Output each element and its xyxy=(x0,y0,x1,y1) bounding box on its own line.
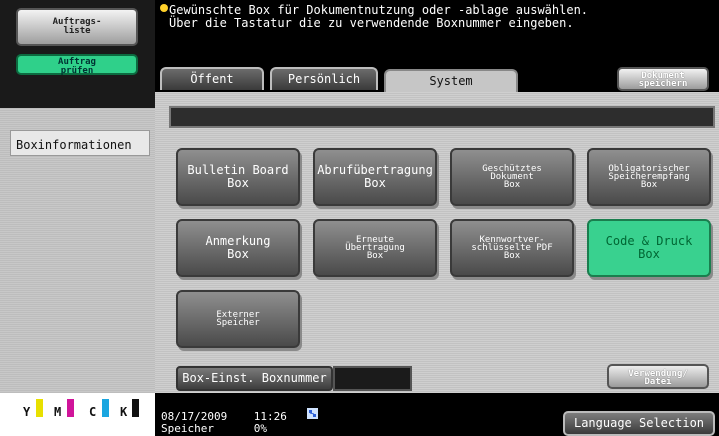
tab-oeffent-label: Öffent xyxy=(190,72,234,86)
bulletin-board-box-button[interactable]: Bulletin Board Box xyxy=(176,148,300,206)
abrufuebertragung-box-label: Abrufübertragung Box xyxy=(317,163,433,190)
dokument-speichern-button[interactable]: Dokument speichern xyxy=(617,67,709,91)
memory-value: 0% xyxy=(253,422,267,435)
boxnummer-input[interactable] xyxy=(333,366,412,391)
language-selection-button[interactable]: Language Selection xyxy=(563,411,715,436)
toner-bar-cyan xyxy=(102,399,109,417)
auftragsliste-label: Auftrags- liste xyxy=(52,17,102,36)
bulletin-board-box-label: Bulletin Board Box xyxy=(187,163,289,190)
obligatorischer-speicherempfang-box-button[interactable]: Obligatorischer Speicherempfang Box xyxy=(587,148,711,206)
tab-system[interactable]: System xyxy=(384,69,518,93)
geschuetztes-dokument-box-label: Geschütztes Dokument Box xyxy=(482,164,542,190)
toner-bar-magenta xyxy=(67,399,74,417)
toner-label-m: M xyxy=(54,405,62,419)
auftragsliste-button[interactable]: Auftrags- liste xyxy=(16,8,138,46)
toner-bar-yellow xyxy=(36,399,43,417)
tab-persoenlich-label: Persönlich xyxy=(287,72,361,86)
status-datetime: 08/17/2009 11:26 Speicher 0% xyxy=(161,411,287,435)
erneute-uebertragung-box-label: Erneute Übertragung Box xyxy=(345,235,405,261)
toner-label-y: Y xyxy=(23,405,31,419)
kennwortverschluesselte-pdf-box-button[interactable]: Kennwortver- schlüsselte PDF Box xyxy=(450,219,574,277)
anmerkung-box-label: Anmerkung Box xyxy=(205,234,271,261)
toner-bar-black xyxy=(132,399,139,417)
instruction-message: Gewünschte Box für Dokumentnutzung oder … xyxy=(161,4,716,30)
abrufuebertragung-box-button[interactable]: Abrufübertragung Box xyxy=(313,148,437,206)
geschuetztes-dokument-box-button[interactable]: Geschütztes Dokument Box xyxy=(450,148,574,206)
externer-speicher-label: Externer Speicher xyxy=(216,310,260,328)
toner-label-c: C xyxy=(89,405,97,419)
code-druck-box-label: Code & Druck Box xyxy=(605,234,693,261)
tab-system-label: System xyxy=(429,74,473,88)
erneute-uebertragung-box-button[interactable]: Erneute Übertragung Box xyxy=(313,219,437,277)
boxinformationen-label: Boxinformationen xyxy=(16,138,132,152)
anmerkung-box-button[interactable]: Anmerkung Box xyxy=(176,219,300,277)
tab-oeffent[interactable]: Öffent xyxy=(160,67,264,90)
memory-label: Speicher xyxy=(161,422,214,435)
auftrag-pruefen-button[interactable]: Auftrag prüfen xyxy=(16,54,138,76)
toner-label-k: K xyxy=(120,405,128,419)
language-selection-label: Language Selection xyxy=(573,416,705,430)
code-druck-box-button[interactable]: Code & Druck Box xyxy=(587,219,711,277)
tab-persoenlich[interactable]: Persönlich xyxy=(270,67,378,90)
box-einst-boxnummer-button[interactable]: Box-Einst. Boxnummer xyxy=(176,366,333,391)
obligatorischer-speicherempfang-box-label: Obligatorischer Speicherempfang Box xyxy=(608,164,690,190)
kennwortverschluesselte-pdf-box-label: Kennwortver- schlüsselte PDF Box xyxy=(471,235,553,261)
box-einst-boxnummer-label: Box-Einst. Boxnummer xyxy=(182,371,327,385)
dokument-speichern-label: Dokument speichern xyxy=(638,71,688,89)
message-line-2: Über die Tastatur die zu verwendende Box… xyxy=(169,16,574,30)
verwendung-datei-label: Verwendung/ Datei xyxy=(628,369,688,387)
externer-speicher-button[interactable]: Externer Speicher xyxy=(176,290,300,348)
network-status-icon xyxy=(307,408,318,419)
auftrag-pruefen-label: Auftrag prüfen xyxy=(58,57,96,76)
verwendung-datei-button[interactable]: Verwendung/ Datei xyxy=(607,364,709,389)
box-name-display xyxy=(169,106,715,128)
